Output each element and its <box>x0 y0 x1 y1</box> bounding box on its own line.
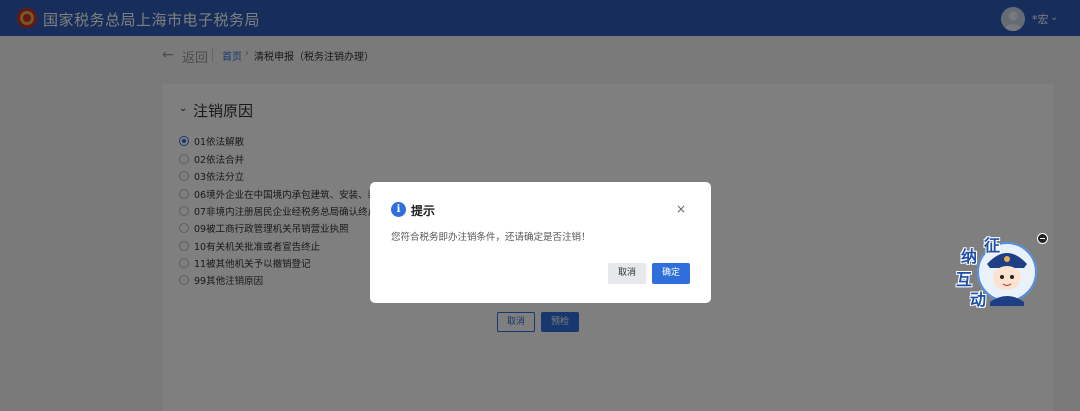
info-icon: i <box>391 202 406 217</box>
widget-char: 动 <box>970 290 987 309</box>
dialog-confirm-button[interactable]: 确定 <box>652 263 690 284</box>
widget-minimize-icon[interactable] <box>1037 233 1048 244</box>
interaction-assistant-widget[interactable]: 征 纳 互 动 <box>952 232 1042 310</box>
dialog-title: 提示 <box>411 204 436 218</box>
dialog-cancel-button[interactable]: 取消 <box>608 263 646 284</box>
widget-char: 征 <box>984 236 1001 255</box>
close-icon[interactable]: × <box>676 202 686 216</box>
prompt-dialog: i 提示 × 您符合税务即办注销条件，还请确定是否注销！ 取消 确定 <box>370 182 711 303</box>
dialog-message: 您符合税务即办注销条件，还请确定是否注销！ <box>391 232 591 243</box>
widget-char: 纳 <box>961 247 978 266</box>
